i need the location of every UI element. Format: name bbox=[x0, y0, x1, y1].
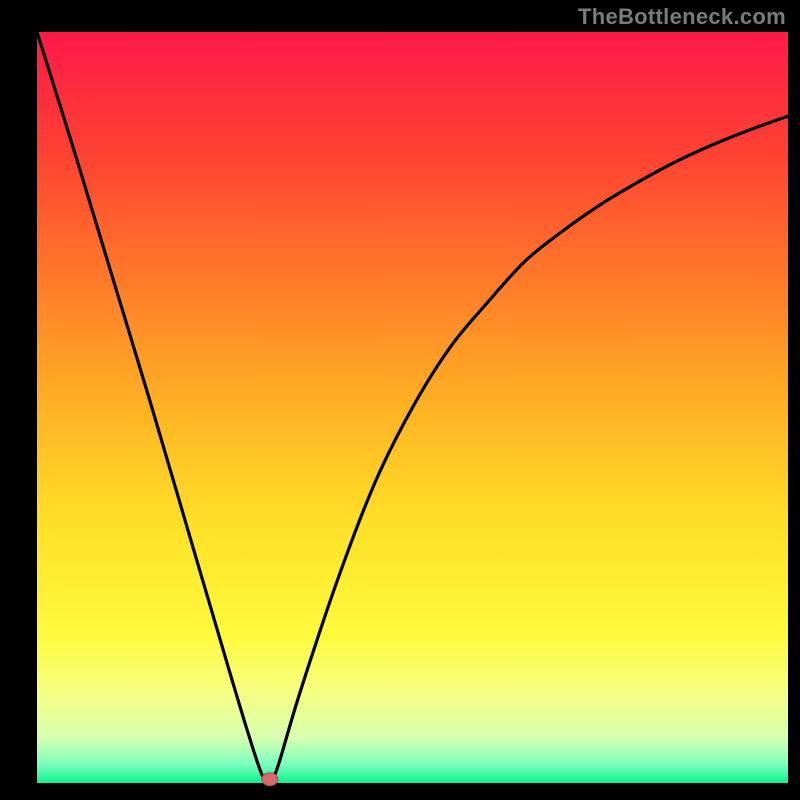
optimal-marker bbox=[262, 773, 278, 786]
bottleneck-chart bbox=[0, 0, 800, 800]
chart-stage: TheBottleneck.com bbox=[0, 0, 800, 800]
attribution-label: TheBottleneck.com bbox=[578, 4, 786, 30]
